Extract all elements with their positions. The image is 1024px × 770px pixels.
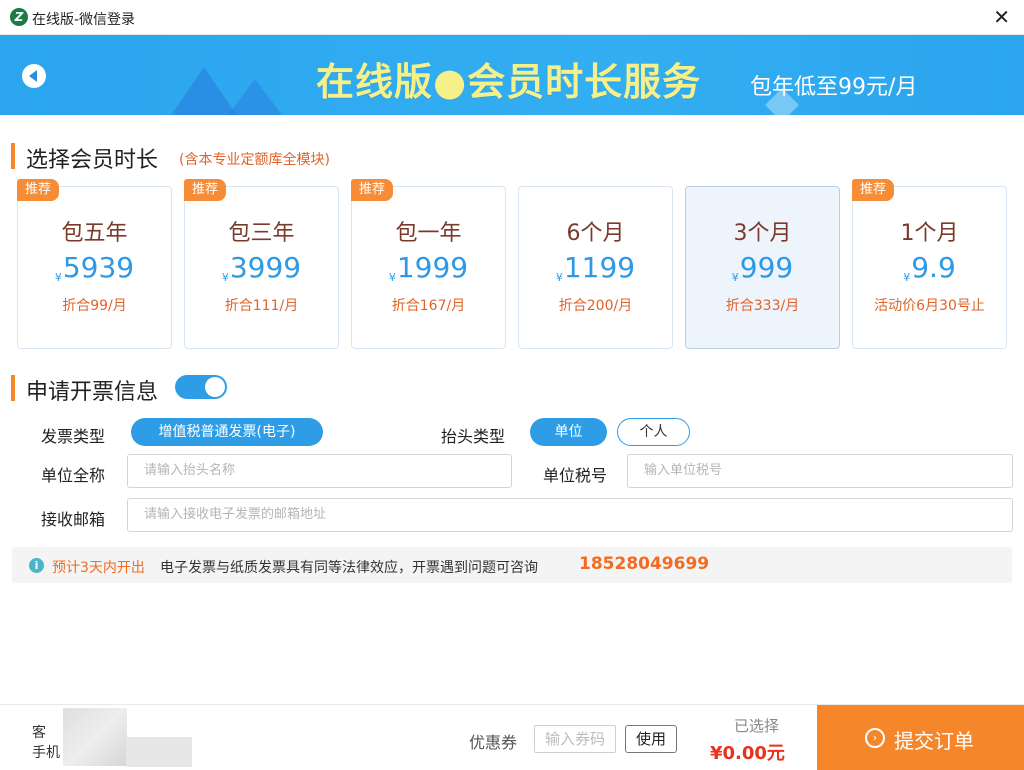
section-accent-bar bbox=[11, 143, 15, 169]
email-input[interactable]: 请输入接收电子发票的邮箱地址 bbox=[127, 498, 1013, 532]
plan-price-value: 1199 bbox=[563, 251, 636, 284]
plan-price: ¥1199 bbox=[519, 251, 672, 284]
plan-name: 包一年 bbox=[395, 221, 462, 246]
membership-heading: 选择会员时长 bbox=[26, 148, 159, 173]
plan-monthly-rate: 折合333/月 bbox=[725, 298, 800, 314]
currency-symbol: ¥ bbox=[54, 271, 62, 284]
coupon-label: 优惠券 bbox=[469, 733, 518, 752]
invoice-type-label: 发票类型 bbox=[41, 427, 106, 446]
chevron-right-icon: › bbox=[865, 728, 885, 748]
recommend-badge: 推荐 bbox=[17, 179, 59, 201]
header-type-label: 抬头类型 bbox=[441, 427, 506, 446]
tax-number-label: 单位税号 bbox=[543, 466, 608, 485]
company-name-label: 单位全称 bbox=[41, 466, 106, 485]
tax-number-input[interactable]: 输入单位税号 bbox=[627, 454, 1013, 488]
plan-price-value: 1999 bbox=[396, 251, 469, 284]
plan-monthly-rate: 折合200/月 bbox=[558, 298, 633, 314]
window-title: 在线版-微信登录 bbox=[32, 12, 136, 28]
company-name-input[interactable]: 请输入抬头名称 bbox=[127, 454, 512, 488]
selected-label: 已选择 bbox=[734, 717, 780, 735]
close-icon[interactable]: ✕ bbox=[993, 6, 1010, 28]
currency-symbol: ¥ bbox=[555, 271, 563, 284]
plan-name: 1个月 bbox=[900, 221, 959, 246]
plan-price-value: 3999 bbox=[229, 251, 302, 284]
invoice-notice: i 预计3天内开出 电子发票与纸质发票具有同等法律效应，开票遇到问题可咨询 18… bbox=[12, 547, 1012, 583]
plan-price-value: 9.9 bbox=[911, 251, 956, 284]
plan-card-3-years[interactable]: 推荐 包三年 ¥3999 折合111/月 bbox=[184, 179, 339, 349]
plan-price-value: 5939 bbox=[62, 251, 135, 284]
header-type-unit-option[interactable]: 单位 bbox=[530, 418, 607, 446]
invoice-type-option-electronic[interactable]: 增值税普通发票(电子) bbox=[131, 418, 323, 446]
banner-subtitle: 包年低至99元/月 bbox=[750, 75, 918, 100]
blurred-account-info bbox=[63, 708, 127, 766]
plan-price: ¥9.9 bbox=[853, 251, 1006, 284]
currency-symbol: ¥ bbox=[388, 271, 396, 284]
decorative-triangle bbox=[225, 79, 285, 115]
currency-symbol: ¥ bbox=[221, 271, 229, 284]
plan-card-6-months[interactable]: 6个月 ¥1199 折合200/月 bbox=[518, 186, 673, 349]
banner: 在线版●会员时长服务 包年低至99元/月 bbox=[0, 35, 1024, 115]
apply-coupon-button[interactable]: 使用 bbox=[625, 725, 677, 753]
plan-monthly-rate: 活动价6月30号止 bbox=[874, 298, 985, 314]
plan-price: ¥5939 bbox=[18, 251, 171, 284]
plan-card-3-months[interactable]: 3个月 ¥999 折合333/月 bbox=[685, 186, 840, 349]
section-accent-bar bbox=[11, 375, 15, 401]
back-arrow-icon[interactable] bbox=[22, 64, 46, 88]
plan-price: ¥3999 bbox=[185, 251, 338, 284]
app-logo-icon: Z bbox=[10, 8, 28, 26]
plan-monthly-rate: 折合111/月 bbox=[224, 298, 299, 314]
notice-highlight: 预计3天内开出 bbox=[52, 560, 145, 576]
plan-card-1-month[interactable]: 推荐 1个月 ¥9.9 活动价6月30号止 bbox=[852, 179, 1007, 349]
phone-label: 手机 bbox=[32, 745, 60, 761]
plan-name: 包五年 bbox=[61, 221, 128, 246]
plan-price-value: 999 bbox=[739, 251, 794, 284]
recommend-badge: 推荐 bbox=[852, 179, 894, 201]
order-footer: 客 手机 优惠券 输入券码 使用 已选择 ¥0.00元 › 提交订单 bbox=[0, 704, 1024, 770]
title-bar: Z 在线版-微信登录 ✕ bbox=[0, 0, 1024, 35]
blurred-phone-info bbox=[126, 737, 192, 767]
email-label: 接收邮箱 bbox=[41, 510, 106, 529]
plan-list: 推荐 包五年 ¥5939 折合99/月 推荐 包三年 ¥3999 折合111/月… bbox=[17, 179, 1007, 349]
plan-monthly-rate: 折合99/月 bbox=[62, 298, 127, 314]
info-icon: i bbox=[29, 558, 44, 573]
plan-price: ¥999 bbox=[686, 251, 839, 284]
toggle-knob bbox=[205, 377, 225, 397]
recommend-badge: 推荐 bbox=[184, 179, 226, 201]
header-type-personal-option[interactable]: 个人 bbox=[617, 418, 690, 446]
order-total: ¥0.00元 bbox=[710, 743, 785, 764]
plan-card-5-years[interactable]: 推荐 包五年 ¥5939 折合99/月 bbox=[17, 179, 172, 349]
currency-symbol: ¥ bbox=[903, 271, 911, 284]
plan-monthly-rate: 折合167/月 bbox=[391, 298, 466, 314]
currency-symbol: ¥ bbox=[731, 271, 739, 284]
banner-title: 在线版●会员时长服务 bbox=[316, 60, 702, 104]
submit-order-button[interactable]: › 提交订单 bbox=[817, 705, 1024, 770]
notice-text: 电子发票与纸质发票具有同等法律效应，开票遇到问题可咨询 bbox=[160, 560, 538, 576]
invoice-toggle[interactable] bbox=[175, 375, 227, 399]
plan-name: 包三年 bbox=[228, 221, 295, 246]
membership-note: (含本专业定额库全模块) bbox=[179, 152, 330, 168]
plan-card-1-year[interactable]: 推荐 包一年 ¥1999 折合167/月 bbox=[351, 179, 506, 349]
account-label: 客 bbox=[32, 725, 46, 741]
plan-name: 6个月 bbox=[566, 221, 625, 246]
support-phone: 18528049699 bbox=[579, 554, 710, 574]
plan-price: ¥1999 bbox=[352, 251, 505, 284]
plan-name: 3个月 bbox=[733, 221, 792, 246]
submit-order-label: 提交订单 bbox=[894, 729, 974, 753]
recommend-badge: 推荐 bbox=[351, 179, 393, 201]
coupon-code-input[interactable]: 输入券码 bbox=[534, 725, 616, 753]
invoice-heading: 申请开票信息 bbox=[26, 380, 159, 405]
